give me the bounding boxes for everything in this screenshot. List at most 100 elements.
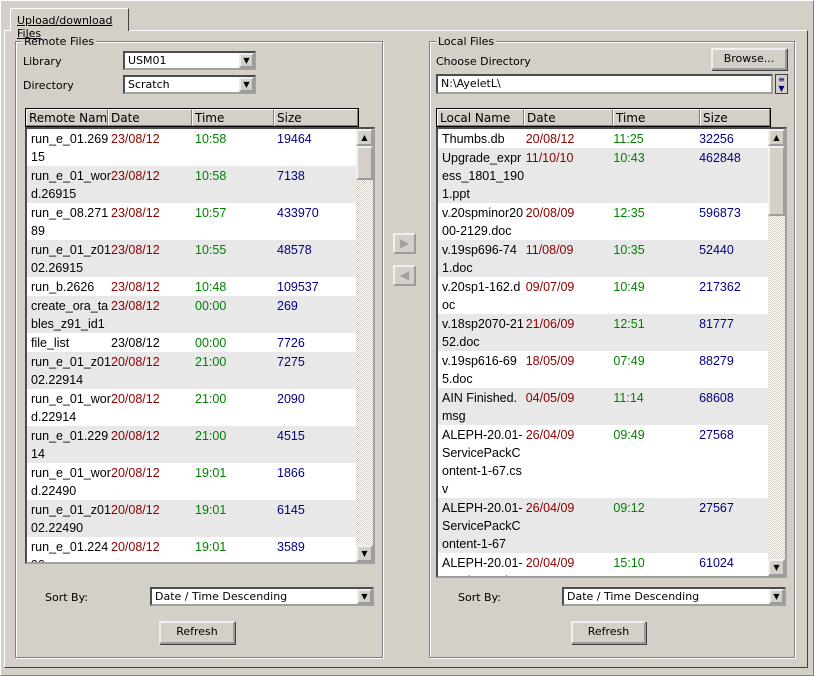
table-row[interactable]: run_e_01_z0102.22490 20/08/12 19:01 6145 (27, 500, 356, 537)
scroll-thumb[interactable] (768, 146, 785, 216)
table-row[interactable]: run_e_08.27189 23/08/12 10:57 433970 (27, 203, 356, 240)
table-row[interactable]: run_e_01_word.22914 20/08/12 21:00 2090 (27, 389, 356, 426)
upload-arrow-button[interactable]: ▶ (393, 233, 416, 254)
table-row[interactable]: run_e_01_z0102.26915 23/08/12 10:55 48578 (27, 240, 356, 277)
library-select[interactable]: USM01 ▼ (123, 51, 256, 70)
local-sort-select[interactable]: Date / Time Descending ▼ (562, 587, 786, 606)
cell-size: 88279 (699, 354, 734, 368)
cell-date: 26/04/09 (525, 428, 575, 442)
cell-size: 48578 (277, 243, 312, 257)
cell-date: 20/08/09 (525, 206, 575, 220)
directory-history-icon[interactable]: ≡ ▼ (775, 74, 788, 94)
cell-size: 4515 (277, 429, 305, 443)
cell-time: 10:48 (195, 280, 227, 294)
scroll-up-icon[interactable]: ▲ (768, 129, 785, 146)
download-arrow-button[interactable]: ◀ (393, 265, 416, 286)
cell-date: 20/08/12 (111, 429, 160, 443)
table-row[interactable]: run_b.2626 23/08/12 10:48 109537 (27, 277, 356, 296)
local-scrollbar[interactable]: ▲ ▼ (768, 129, 785, 576)
table-row[interactable]: ALEPH-20.01-ServicePackContent-1-6720/04… (438, 553, 768, 576)
cell-date: 11/10/10 (525, 151, 574, 165)
table-row[interactable]: run_e_01_word.22490 20/08/12 19:01 1866 (27, 463, 356, 500)
cell-size: 81777 (699, 317, 734, 331)
col-time[interactable]: Time (613, 109, 700, 126)
cell-date: 21/06/09 (525, 317, 575, 331)
col-size[interactable]: Size (274, 109, 358, 126)
cell-date: 20/08/12 (111, 503, 160, 517)
cell-name: run_e_01_word.22914 (31, 392, 111, 424)
cell-name: run_e_01.22490 (31, 540, 109, 562)
cell-time: 21:00 (195, 392, 227, 406)
cell-date: 26/04/09 (525, 501, 575, 515)
cell-date: 20/08/12 (111, 466, 160, 480)
chevron-down-icon[interactable]: ▼ (239, 53, 254, 68)
chevron-down-icon[interactable]: ▼ (357, 589, 372, 604)
remote-table-header: Remote Name Date Time Size (25, 108, 359, 127)
cell-time: 10:55 (195, 243, 227, 257)
cell-name: create_ora_tables_z91_id1 (31, 299, 109, 331)
cell-time: 19:01 (195, 503, 227, 517)
cell-name: ALEPH-20.01-ServicePackContent-1-67 (442, 501, 523, 551)
table-row[interactable]: create_ora_tables_z91_id1 23/08/12 00:00 26… (27, 296, 356, 333)
col-size[interactable]: Size (700, 109, 770, 126)
table-row[interactable]: v.19sp616-695.doc 18/05/09 07:49 88279 (438, 351, 768, 388)
table-row[interactable]: ALEPH-20.01-ServicePackContent-1-67 26/04… (438, 498, 768, 553)
table-row[interactable]: v.20sp1-162.doc 09/07/09 10:49 217362 (438, 277, 768, 314)
cell-date: 20/08/12 (111, 355, 160, 369)
remote-refresh-button[interactable]: Refresh (159, 621, 235, 644)
chevron-down-icon[interactable]: ▼ (239, 77, 254, 92)
col-time[interactable]: Time (192, 109, 274, 126)
table-row[interactable]: AIN Finished.msg 04/05/09 11:14 68608 (438, 388, 768, 425)
remote-sort-select[interactable]: Date / Time Descending ▼ (150, 587, 374, 606)
cell-size: 433970 (277, 206, 319, 220)
cell-size: 32256 (699, 132, 734, 146)
remote-scrollbar[interactable]: ▲ ▼ (356, 129, 373, 562)
cell-date: 04/05/09 (525, 391, 575, 405)
table-row[interactable]: ALEPH-20.01-ServicePackContent-1-67.csv 2… (438, 425, 768, 498)
col-remote-name[interactable]: Remote Name (26, 109, 108, 126)
scroll-down-icon[interactable]: ▼ (356, 545, 373, 562)
col-date[interactable]: Date (108, 109, 192, 126)
cell-size: 462848 (699, 151, 741, 165)
scroll-up-icon[interactable]: ▲ (356, 129, 373, 146)
scroll-down-icon[interactable]: ▼ (768, 559, 785, 576)
table-row[interactable]: run_e_01.26915 23/08/12 10:58 19464 (27, 129, 356, 166)
table-row[interactable]: run_e_01_z0102.22914 20/08/12 21:00 7275 (27, 352, 356, 389)
browse-button[interactable]: Browse... (711, 48, 787, 70)
table-row[interactable]: run_e_01.2249020/08/12 19:01 3589 (27, 537, 356, 562)
table-row[interactable]: Thumbs.db 20/08/12 11:25 32256 (438, 129, 768, 148)
table-row[interactable]: Upgrade_express_1801_1901.ppt 11/10/10 10:… (438, 148, 768, 203)
cell-size: 2090 (277, 392, 305, 406)
col-date[interactable]: Date (524, 109, 613, 126)
table-row[interactable]: v.18sp2070-2152.doc 21/06/09 12:51 81777 (438, 314, 768, 351)
cell-date: 11/08/09 (525, 243, 574, 257)
table-row[interactable]: file_list 23/08/12 00:00 7726 (27, 333, 356, 352)
library-label: Library (23, 55, 62, 68)
cell-time: 10:57 (195, 206, 227, 220)
cell-time: 19:01 (195, 466, 227, 480)
local-file-list[interactable]: Thumbs.db 20/08/12 11:25 32256 Upgrade_expre… (436, 127, 787, 578)
table-row[interactable]: v.20spminor2000-2129.doc 20/08/09 12:35 596… (438, 203, 768, 240)
directory-select[interactable]: Scratch ▼ (123, 75, 256, 94)
table-row[interactable]: run_e_01.22914 20/08/12 21:00 4515 (27, 426, 356, 463)
cell-time: 10:49 (613, 280, 645, 294)
table-row[interactable]: v.19sp696-741.doc 11/08/09 10:35 52440 (438, 240, 768, 277)
cell-time: 12:35 (613, 206, 645, 220)
tab-upload-download[interactable]: Upload/download Files (10, 8, 129, 40)
table-row[interactable]: run_e_01_word.26915 23/08/12 10:58 7138 (27, 166, 356, 203)
cell-size: 61024 (699, 556, 734, 570)
cell-name: Thumbs.db (442, 132, 505, 146)
cell-date: 20/08/12 (525, 132, 575, 146)
scroll-thumb[interactable] (356, 146, 373, 180)
cell-name: v.20spminor2000-2129.doc (442, 206, 524, 238)
cell-size: 3589 (277, 540, 305, 554)
local-directory-input[interactable]: N:\AyeletL\ (436, 74, 773, 94)
chevron-down-icon[interactable]: ▼ (769, 589, 784, 604)
col-local-name[interactable]: Local Name (437, 109, 524, 126)
cell-name: v.19sp616-695.doc (442, 354, 517, 386)
cell-date: 23/08/12 (111, 132, 160, 146)
cell-size: 269 (277, 299, 298, 313)
cell-size: 1866 (277, 466, 305, 480)
remote-file-list[interactable]: run_e_01.26915 23/08/12 10:58 19464 run_e_01… (25, 127, 375, 564)
local-refresh-button[interactable]: Refresh (571, 621, 646, 644)
